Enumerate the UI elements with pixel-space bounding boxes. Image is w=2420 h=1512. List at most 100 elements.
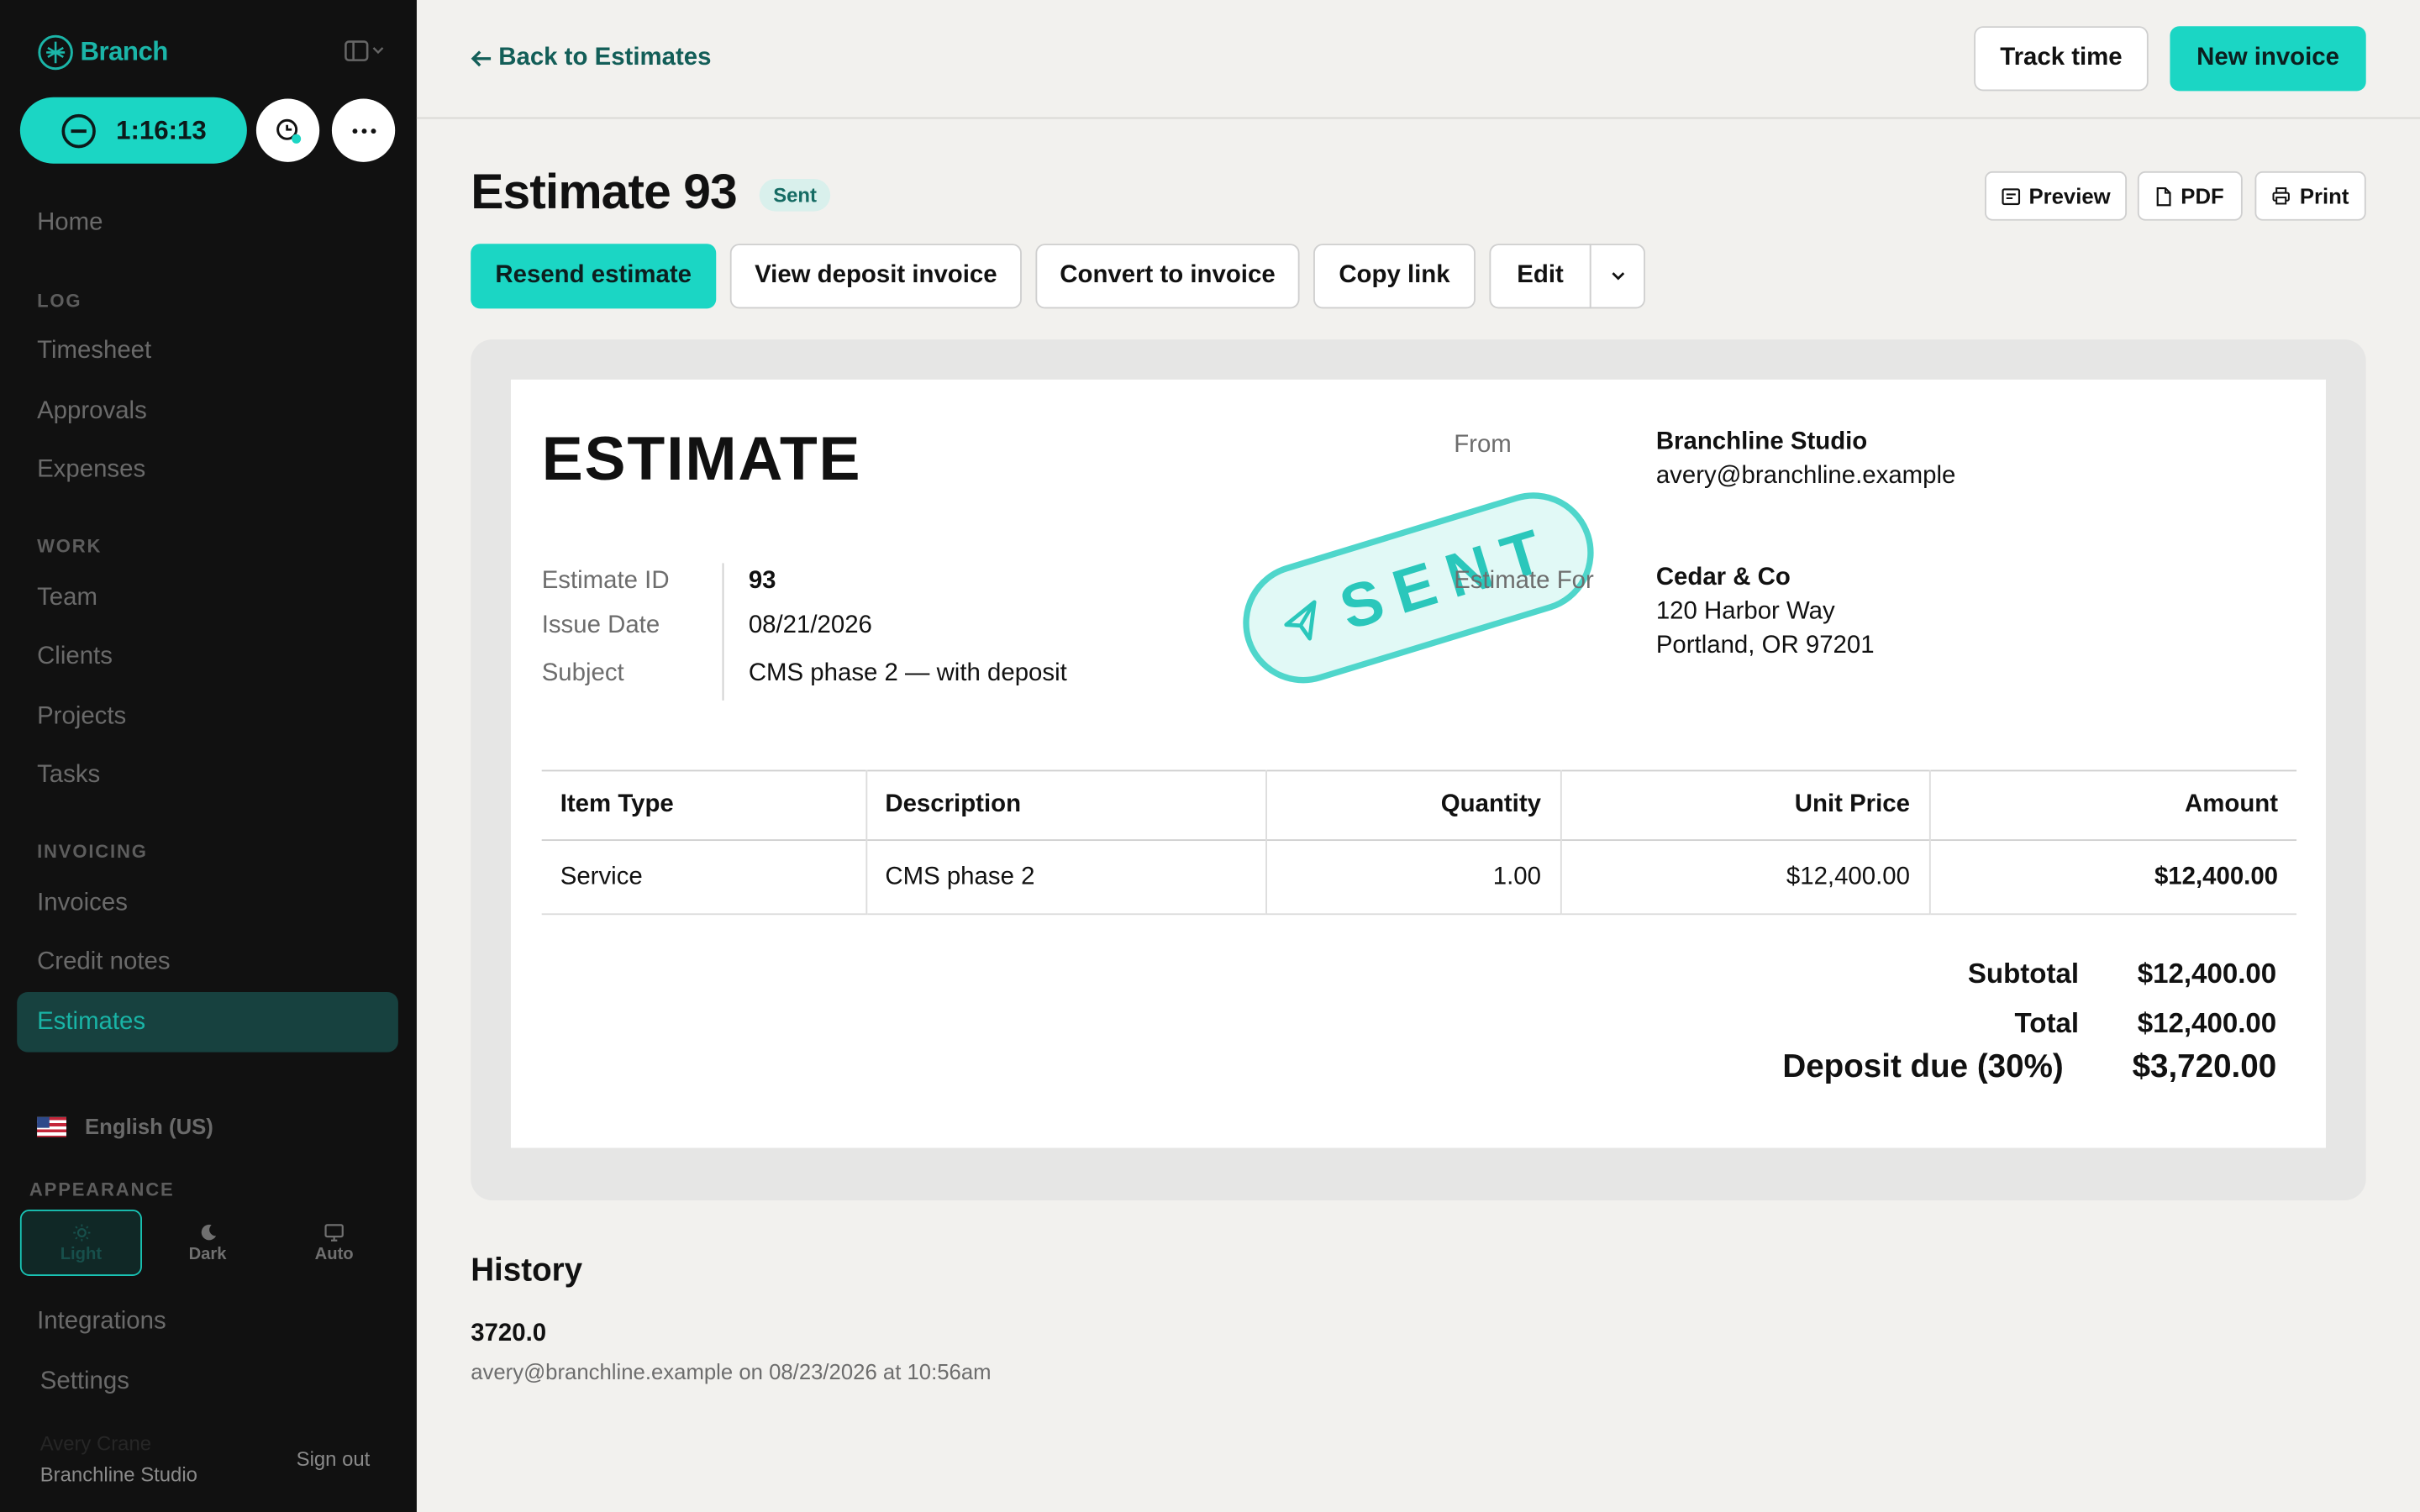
ellipsis-icon [351,128,376,134]
client-name: Cedar & Co [1655,564,1791,591]
sidebar-item-home[interactable]: Home [37,210,103,238]
from-label: From [1454,432,1512,459]
new-time-entry-button[interactable] [255,98,320,162]
user-organization: Branchline Studio [39,1462,197,1486]
brand-name: Branch [80,37,169,66]
edit-menu-toggle[interactable] [1589,244,1645,309]
subject-label: Subject [541,660,624,687]
sidebar-item-invoices[interactable]: Invoices [37,890,128,918]
table-header-row: Item Type Description Quantity Unit Pric… [541,770,2297,841]
appearance-auto-option[interactable]: Auto [273,1210,395,1276]
sign-out-link[interactable]: Sign out [297,1447,371,1471]
track-time-button[interactable]: Track time [1974,26,2149,92]
estimate-id-value: 93 [748,567,776,595]
issue-date-label: Issue Date [541,612,660,639]
timer-stop-icon [61,113,97,148]
client-address: Cedar & Co 120 Harbor Way Portland, OR 9… [1656,562,1875,664]
appearance-dark-option[interactable]: Dark [146,1210,268,1276]
from-email: avery@branchline.example [1655,463,1956,490]
sidebar-item-expenses[interactable]: Expenses [37,457,145,485]
cell-quantity: 1.00 [1265,840,1561,915]
print-button[interactable]: Print [2254,171,2366,221]
cell-item-type: Service [541,840,867,915]
moon-icon [200,1224,216,1240]
paper-plane-icon [1283,600,1316,641]
copy-link-button[interactable]: Copy link [1313,244,1476,309]
language-label: English (US) [85,1114,213,1139]
subject-value: CMS phase 2 — with deposit [748,660,1067,687]
sidebar-item-tasks[interactable]: Tasks [37,762,100,790]
file-icon [2156,186,2171,206]
subtotal-label: Subtotal [1967,958,2080,990]
convert-to-invoice-button[interactable]: Convert to invoice [1035,244,1300,309]
preview-icon [2001,187,2020,205]
monitor-icon [324,1223,344,1241]
client-street: 120 Harbor Way [1655,598,1835,625]
column-header-item-type: Item Type [541,770,867,841]
back-label: Back to Estimates [498,45,712,71]
preview-label: Preview [2028,183,2111,208]
chevron-down-icon [372,47,384,55]
timer-value: 1:16:13 [116,114,207,144]
status-badge: Sent [759,179,831,212]
document-heading: ESTIMATE [541,425,862,494]
appearance-auto-label: Auto [314,1244,354,1263]
appearance-light-option[interactable]: Light [19,1210,142,1276]
sidebar-item-settings[interactable]: Settings [40,1368,129,1396]
new-invoice-button[interactable]: New invoice [2170,26,2366,92]
line-items-table: Item Type Description Quantity Unit Pric… [541,770,2297,916]
print-label: Print [2299,183,2349,208]
running-timer-button[interactable]: 1:16:13 [19,97,247,164]
from-address: Branchline Studio avery@branchline.examp… [1656,426,1956,494]
sidebar-item-approvals[interactable]: Approvals [37,398,147,426]
chevron-down-icon [1611,272,1624,281]
history-entry-meta: avery@branchline.example on 08/23/2026 a… [471,1359,992,1384]
us-flag-icon [37,1116,66,1137]
view-deposit-invoice-button[interactable]: View deposit invoice [729,244,1022,309]
estimate-document: ESTIMATE Estimate ID 93 Issue Date 08/21… [510,379,2326,1148]
printer-icon [2272,187,2290,205]
sidebar: Branch 1:16:13 Home LOG Timesheet Approv… [0,0,417,1512]
pdf-button[interactable]: PDF [2137,171,2243,221]
column-header-description: Description [865,770,1267,841]
preview-button[interactable]: Preview [1985,171,2128,221]
sidebar-item-estimates[interactable]: Estimates [17,992,398,1053]
brand-logo[interactable]: Branch [37,34,168,71]
column-header-quantity: Quantity [1265,770,1561,841]
table-row: Service CMS phase 2 1.00 $12,400.00 $12,… [541,840,2297,915]
more-options-button[interactable] [331,98,396,162]
cell-amount: $12,400.00 [2154,863,2279,890]
back-to-estimates-link[interactable]: Back to Estimates [471,45,711,72]
resend-estimate-button[interactable]: Resend estimate [471,244,717,309]
sidebar-item-timesheet[interactable]: Timesheet [37,338,151,365]
column-header-amount: Amount [2185,791,2279,818]
estimate-id-label: Estimate ID [541,567,670,595]
total-label: Total [2014,1007,2080,1039]
sidebar-item-projects[interactable]: Projects [37,704,126,732]
appearance-light-label: Light [60,1244,103,1263]
subtotal-value: $12,400.00 [2137,958,2277,990]
meta-divider [722,563,724,701]
sidebar-item-team[interactable]: Team [37,585,97,612]
language-selector[interactable]: English (US) [37,1114,213,1139]
branch-logo-icon [38,34,73,71]
clock-plus-icon [276,118,301,143]
sidebar-item-clients[interactable]: Clients [37,643,113,671]
issue-date-value: 08/21/2026 [748,612,872,639]
deposit-label: Deposit due (30%) [1782,1048,2064,1085]
cell-unit-price: $12,400.00 [1560,840,1930,915]
edit-button[interactable]: Edit [1489,244,1591,309]
nav-section-work: WORK [37,535,103,558]
history-entry-amount: 3720.0 [471,1320,547,1347]
total-value: $12,400.00 [2137,1007,2277,1039]
client-city: Portland, OR 97201 [1655,633,1875,659]
sidebar-toggle-button[interactable] [345,40,385,62]
sidebar-item-integrations[interactable]: Integrations [37,1309,166,1336]
cell-description: CMS phase 2 [865,840,1267,915]
appearance-dark-label: Dark [188,1244,227,1263]
sidebar-item-credit-notes[interactable]: Credit notes [37,949,170,977]
estimate-for-label: Estimate For [1454,567,1594,595]
arrow-left-icon [471,50,492,67]
total-row: Total $12,400.00 [2015,1007,2277,1040]
from-name: Branchline Studio [1655,428,1868,455]
